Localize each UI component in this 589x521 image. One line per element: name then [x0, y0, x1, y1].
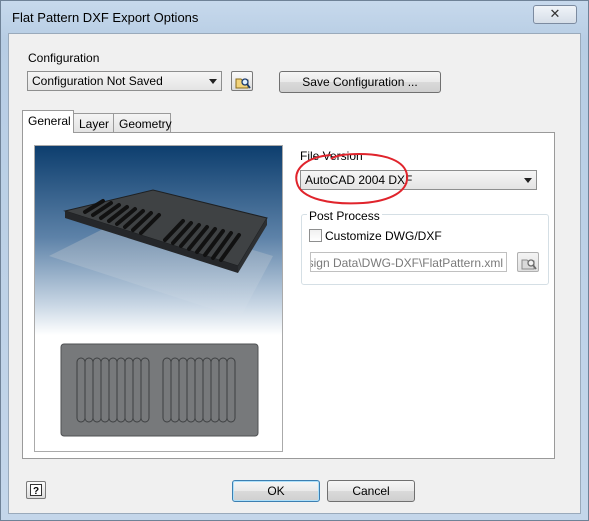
- help-icon: ?: [30, 484, 42, 496]
- configuration-label: Configuration: [28, 51, 100, 65]
- red-circle-annotation: [295, 152, 409, 205]
- help-button[interactable]: ?: [26, 481, 46, 499]
- configuration-dropdown[interactable]: Configuration Not Saved: [27, 71, 222, 91]
- tab-general[interactable]: General: [22, 110, 74, 133]
- customize-dwg-dxf-label: Customize DWG/DXF: [325, 229, 442, 243]
- save-configuration-button[interactable]: Save Configuration ...: [279, 71, 441, 93]
- part-preview-image: [49, 189, 273, 437]
- tab-layer[interactable]: Layer: [73, 113, 114, 132]
- customize-dwg-dxf-checkbox[interactable]: [309, 229, 322, 242]
- chevron-down-icon: [524, 178, 532, 183]
- window-title: Flat Pattern DXF Export Options: [12, 10, 199, 25]
- tab-geometry[interactable]: Geometry: [113, 113, 172, 132]
- chevron-down-icon: [209, 79, 217, 84]
- help-glyph: ?: [33, 486, 39, 496]
- ok-button[interactable]: OK: [232, 480, 320, 502]
- folder-search-icon: [521, 259, 537, 270]
- post-process-label: Post Process: [307, 209, 382, 223]
- close-button[interactable]: ✕: [533, 5, 577, 24]
- folder-search-icon: [235, 78, 251, 89]
- browse-configuration-button[interactable]: [231, 71, 253, 91]
- cancel-button[interactable]: Cancel: [327, 480, 415, 502]
- flat-pattern-preview: [34, 145, 283, 452]
- browse-path-button[interactable]: [517, 252, 539, 272]
- post-process-group: [301, 214, 549, 285]
- customize-path-value: Design Data\DWG-DXF\FlatPattern.xml: [310, 256, 503, 270]
- customize-path-input[interactable]: Design Data\DWG-DXF\FlatPattern.xml: [310, 252, 507, 272]
- configuration-value: Configuration Not Saved: [32, 74, 163, 88]
